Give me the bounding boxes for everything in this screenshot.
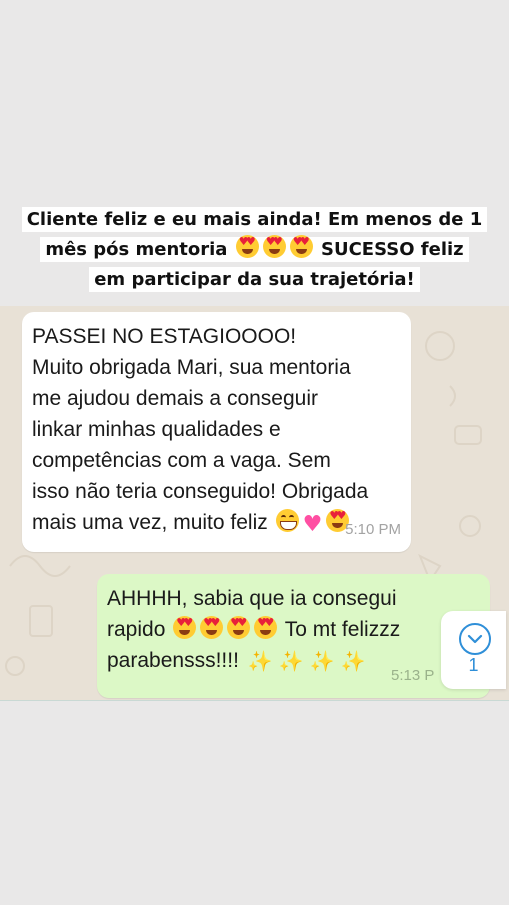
chat-screenshot: PASSEI NO ESTAGIOOOO! Muito obrigada Mar… bbox=[0, 306, 509, 701]
message-line: Muito obrigada Mari, sua mentoria bbox=[32, 356, 351, 379]
message-line-text: parabensss!!!! bbox=[107, 649, 239, 672]
message-line: competências com a vaga. Sem bbox=[32, 449, 331, 472]
heart-eyes-emoji-icon bbox=[200, 616, 224, 639]
heart-eyes-emoji-icon bbox=[227, 616, 251, 639]
heart-eyes-emoji-icon bbox=[289, 235, 313, 258]
chevron-down-icon bbox=[459, 623, 491, 655]
sparkles-emoji-icon: ✨ bbox=[247, 649, 273, 673]
heart-eyes-emoji-icon bbox=[254, 616, 278, 639]
incoming-message-bubble: PASSEI NO ESTAGIOOOO! Muito obrigada Mar… bbox=[22, 312, 411, 552]
message-line: me ajudou demais a conseguir bbox=[32, 387, 319, 410]
message-line: linkar minhas qualidades e bbox=[32, 418, 281, 441]
sparkles-emoji-icon: ✨ bbox=[309, 649, 335, 673]
message-line: AHHHH, sabia que ia consegui bbox=[107, 587, 397, 610]
heart-eyes-emoji-icon bbox=[173, 616, 197, 639]
unread-count-badge: 1 bbox=[468, 655, 479, 675]
scroll-to-bottom-button[interactable]: 1 bbox=[441, 611, 506, 689]
sparkles-emoji-icon: ✨ bbox=[278, 649, 304, 673]
caption-line-1: Cliente feliz e eu mais ainda! Em menos … bbox=[21, 207, 488, 232]
caption-line-2: mês pós mentoria SUCESSO feliz bbox=[40, 235, 469, 262]
message-timestamp: 5:13 P bbox=[391, 667, 435, 684]
message-line: isso não teria conseguido! Obrigada bbox=[32, 480, 369, 503]
beaming-face-emoji-icon bbox=[275, 509, 299, 532]
caption-line-2-text: mês pós mentoria bbox=[45, 239, 228, 260]
message-line: PASSEI NO ESTAGIOOOO! bbox=[32, 325, 297, 348]
incoming-message-text: PASSEI NO ESTAGIOOOO! Muito obrigada Mar… bbox=[32, 321, 403, 540]
sparkles-emoji-icon: ✨ bbox=[340, 649, 366, 673]
heart-eyes-emoji-icon bbox=[235, 235, 259, 258]
heart-with-ribbon-emoji-icon: ♥ bbox=[302, 512, 323, 537]
message-line: rapido To mt felizzz bbox=[107, 614, 482, 645]
message-line-text: mais uma vez, muito feliz bbox=[32, 511, 268, 534]
caption-line-2-tail: SUCESSO feliz bbox=[321, 239, 464, 260]
caption-line-3: em participar da sua trajetória! bbox=[89, 267, 420, 292]
heart-eyes-emoji-icon bbox=[262, 235, 286, 258]
message-timestamp: 5:10 PM bbox=[345, 521, 401, 538]
outgoing-message-bubble: AHHHH, sabia que ia consegui rapido To m… bbox=[97, 574, 490, 698]
story-caption: Cliente feliz e eu mais ainda! Em menos … bbox=[0, 205, 509, 295]
message-line-text: To mt felizzz bbox=[284, 618, 401, 641]
message-line-text: rapido bbox=[107, 618, 166, 641]
